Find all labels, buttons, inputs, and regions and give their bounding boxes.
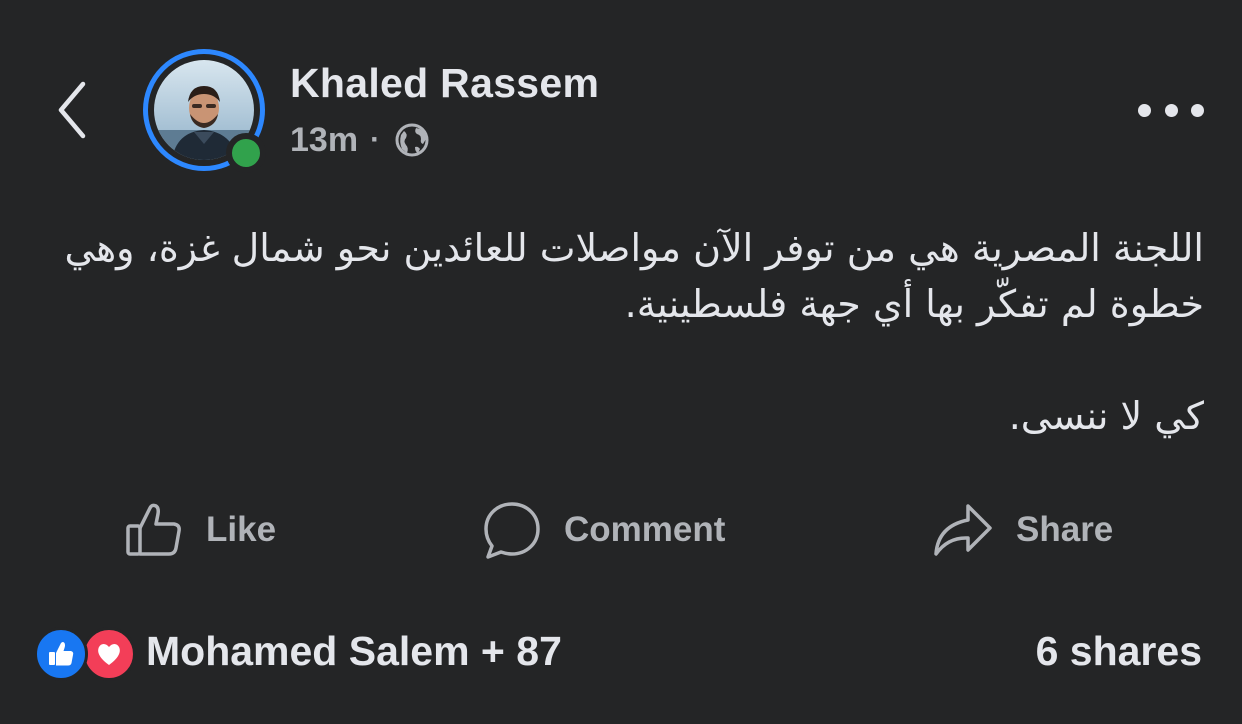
online-status-indicator bbox=[226, 133, 266, 173]
post-paragraph: اللجنة المصرية هي من توفر الآن مواصلات ل… bbox=[64, 226, 1204, 326]
back-button[interactable] bbox=[50, 78, 94, 142]
comment-button[interactable]: Comment bbox=[482, 498, 725, 562]
post-meta: 13m · bbox=[290, 118, 430, 162]
more-dot bbox=[1191, 103, 1204, 117]
chevron-left-icon bbox=[58, 81, 86, 139]
post-paragraph: كي لا ننسى. bbox=[1008, 394, 1204, 438]
more-options-button[interactable] bbox=[1138, 92, 1204, 128]
reactions-summary[interactable]: Mohamed Salem + 87 bbox=[34, 624, 562, 681]
more-dot bbox=[1138, 103, 1151, 117]
shares-count[interactable]: 6 shares bbox=[1036, 624, 1202, 678]
reactions-count: Mohamed Salem + 87 bbox=[146, 627, 562, 674]
share-button[interactable]: Share bbox=[932, 498, 1113, 562]
globe-icon[interactable] bbox=[394, 122, 430, 158]
share-label: Share bbox=[1016, 510, 1114, 549]
meta-separator: · bbox=[370, 123, 381, 156]
more-dot bbox=[1164, 103, 1178, 117]
thumbs-up-icon bbox=[124, 500, 184, 560]
comment-bubble-icon bbox=[482, 500, 542, 560]
share-arrow-icon bbox=[932, 500, 994, 560]
post-body: اللجنة المصرية هي من توفر الآن مواصلات ل… bbox=[44, 220, 1204, 444]
love-reaction-icon bbox=[82, 627, 136, 681]
author-name[interactable]: Khaled Rassem bbox=[290, 60, 599, 107]
post-timestamp[interactable]: 13m bbox=[290, 121, 358, 160]
like-button[interactable]: Like bbox=[124, 498, 276, 562]
reaction-icons bbox=[34, 624, 136, 681]
like-label: Like bbox=[206, 510, 277, 549]
comment-label: Comment bbox=[564, 510, 726, 549]
like-reaction-icon bbox=[34, 627, 88, 681]
